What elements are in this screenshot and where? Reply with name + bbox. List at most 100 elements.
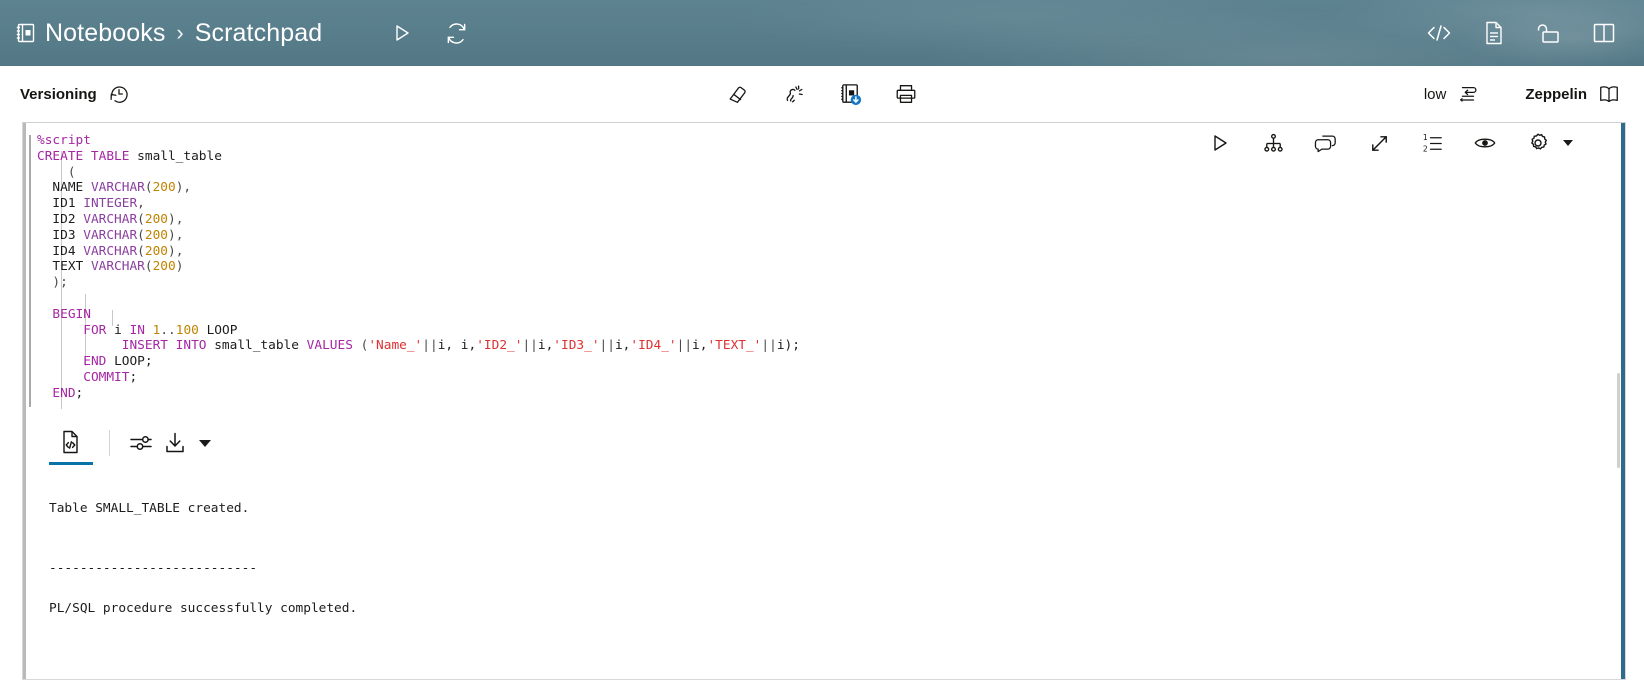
code-token: 200 [144,211,169,227]
code-token: i); [776,338,800,354]
zeppelin-label: Zeppelin [1525,85,1587,103]
code-editor-area: 1 2 %script CREATE TABLE small_table (N… [23,123,1625,413]
code-token: ), [168,227,184,243]
eye-icon[interactable] [1471,129,1499,157]
code-token: ), [168,243,184,259]
header-actions [388,19,470,47]
notebook-download-icon[interactable] [837,81,863,107]
unlock-icon[interactable] [1535,19,1563,47]
code-token: ID2 [37,211,84,227]
toolbar-center-actions [725,81,919,107]
code-token: ), [168,211,184,227]
sliders-icon[interactable] [124,426,158,460]
code-token: || [676,338,693,354]
code-token: 'ID3_' [553,338,600,354]
code-token: ( [137,227,145,243]
clear-sparkle-icon[interactable] [781,81,807,107]
ordered-list-icon[interactable]: 1 2 [1418,129,1446,157]
code-token: ID4 [37,243,84,259]
svg-text:2: 2 [1422,144,1427,153]
app-header: Notebooks › Scratchpad [0,0,1644,66]
code-token: INTEGER [83,196,138,212]
code-token: END [52,385,76,401]
gear-icon[interactable] [1524,129,1552,157]
svg-text:1: 1 [1422,133,1427,142]
code-token: 100 [175,322,199,338]
code-token: i [106,322,130,338]
split-panel-icon[interactable] [1590,19,1618,47]
print-icon[interactable] [893,81,919,107]
chevron-down-icon[interactable] [1563,140,1573,146]
header-right-actions [1425,19,1622,47]
code-token: 'TEXT_' [707,338,762,354]
code-token: i, [537,338,554,354]
run-icon[interactable] [388,19,416,47]
code-token: ( [352,338,369,354]
code-brackets-icon[interactable] [1425,19,1453,47]
code-token: 200 [144,227,169,243]
results-toolbar [23,413,1625,465]
script-output-text: Table SMALL_TABLE created. -------------… [49,501,358,616]
code-token: ( [137,211,145,227]
code-token: ( [37,164,76,180]
code-token: 200 [152,180,176,196]
breadcrumb-current: Scratchpad [194,18,323,47]
code-token: VARCHAR [83,243,138,259]
eraser-icon[interactable] [725,81,751,107]
secondary-toolbar: Versioning low Zeppelin [0,66,1644,122]
breadcrumb: Notebooks › Scratchpad [16,19,322,48]
code-token: ; [75,385,84,401]
expand-diagonal-icon[interactable] [1365,129,1393,157]
quality-label: low [1423,85,1447,103]
code-token: ( [144,180,153,196]
run-icon[interactable] [1206,129,1234,157]
comments-icon[interactable] [1312,129,1340,157]
code-token: ), [175,180,192,196]
code-token: ID1 [37,196,84,212]
code-token: i, [692,338,708,354]
tab-script-output[interactable] [49,421,93,465]
wrap-lines-icon[interactable] [1455,81,1481,107]
chevron-down-icon[interactable] [199,439,211,447]
explain-plan-icon[interactable] [1259,129,1287,157]
code-token: small_table [206,338,307,354]
code-token: BEGIN [52,306,91,322]
breadcrumb-root[interactable]: Notebooks [45,19,165,48]
code-token: ); [37,275,68,291]
code-token: %script [37,133,91,148]
history-clock-icon[interactable] [106,81,132,107]
code-token: LOOP; [106,354,153,370]
code-token: 200 [152,259,176,275]
code-token: ; [129,369,138,385]
code-token: || [761,338,777,354]
code-token: ( [137,243,145,259]
code-token: 'Name_' [368,338,423,354]
code-token: i, i, [437,338,477,354]
refresh-icon[interactable] [442,19,470,47]
download-icon[interactable] [158,426,192,460]
code-token: || [422,338,438,354]
book-open-icon[interactable] [1596,81,1622,107]
quality-setting[interactable]: low [1424,81,1482,107]
code-token: COMMIT [83,369,130,385]
zeppelin-button[interactable]: Zeppelin [1525,81,1622,107]
notebook-icon [16,22,36,44]
versioning-button[interactable]: Versioning [20,81,132,107]
code-token: LOOP [198,322,238,338]
code-token: .. [160,322,176,338]
sql-code-editor[interactable]: %script CREATE TABLE small_table ( NAME … [23,133,1625,402]
code-token: 'ID4_' [630,338,677,354]
code-token: , [137,196,145,212]
document-icon[interactable] [1480,19,1508,47]
toolbar-divider [109,430,110,456]
code-token: TEXT [37,259,91,275]
code-token: VARCHAR [90,259,145,275]
code-token: VARCHAR [83,211,138,227]
code-token: NAME [37,180,91,196]
code-token: FOR [83,322,107,338]
